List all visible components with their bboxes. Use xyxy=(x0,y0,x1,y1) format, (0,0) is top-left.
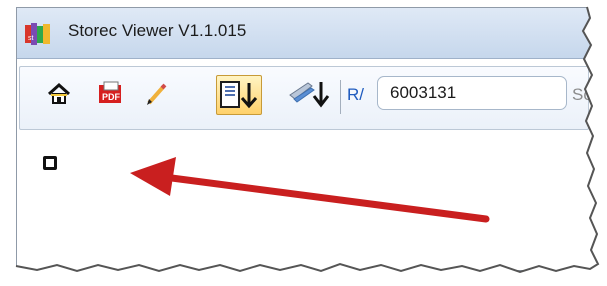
screenshot-stage: st Storec Viewer V1.1.015 PDF R/ 6003131… xyxy=(0,0,607,286)
red-arrow-icon xyxy=(130,157,490,223)
